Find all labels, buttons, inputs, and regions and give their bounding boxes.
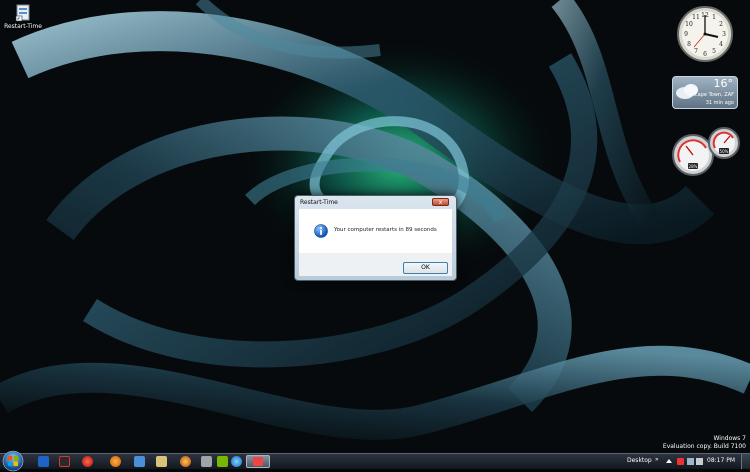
svg-text:1: 1 — [712, 14, 716, 21]
memory-usage-text: 50% — [720, 149, 729, 154]
ie-icon[interactable] — [38, 456, 49, 467]
desktop-toolbar-label[interactable]: Desktop — [627, 457, 652, 464]
svg-text:9: 9 — [684, 31, 688, 38]
tool-icon[interactable] — [201, 456, 212, 467]
desktop-toolbar-chevron[interactable]: » — [655, 456, 659, 463]
weather-temperature: 16° — [713, 77, 734, 90]
taskbar-clock[interactable]: 08:17 PM — [707, 457, 735, 464]
restart-time-dialog: Restart-Time x Your computer restarts in… — [294, 195, 457, 281]
restart-time-icon — [253, 457, 263, 466]
action-center-flag-icon[interactable] — [677, 458, 684, 465]
show-hidden-icons-icon[interactable] — [666, 459, 672, 463]
shortcut-icon — [15, 4, 31, 22]
cloud-icon — [676, 84, 698, 99]
nvidia-icon[interactable] — [217, 456, 228, 467]
svg-text:6: 6 — [703, 51, 707, 58]
messenger-icon[interactable] — [134, 456, 145, 467]
weather-location: Cape Town, ZAF — [694, 92, 734, 98]
chrome-icon[interactable] — [180, 456, 191, 467]
watermark-line1: Windows 7 — [713, 435, 746, 442]
show-desktop-button[interactable] — [741, 454, 750, 469]
info-icon — [314, 224, 328, 238]
clock-gadget[interactable]: 1212 345 678 91011 — [676, 4, 734, 64]
ok-button[interactable]: OK — [403, 262, 448, 274]
volume-icon[interactable] — [696, 458, 703, 465]
desktop-icon-restart-time[interactable]: Restart-Time — [3, 4, 43, 30]
taskbar: Desktop » 08:17 PM — [0, 450, 750, 472]
weather-gadget[interactable]: 16° Cape Town, ZAF 31 min ago — [672, 76, 738, 109]
media-player-icon[interactable] — [59, 456, 70, 467]
svg-text:5: 5 — [712, 48, 716, 55]
svg-text:2: 2 — [719, 21, 723, 28]
opera-icon[interactable] — [82, 456, 93, 467]
svg-text:3: 3 — [722, 31, 726, 38]
dialog-title: Restart-Time — [300, 199, 338, 206]
svg-text:7: 7 — [694, 48, 698, 55]
cpu-usage-text: 28% — [689, 164, 698, 169]
svg-text:11: 11 — [692, 14, 700, 21]
dialog-content: Your computer restarts in 89 seconds — [299, 209, 452, 253]
restart-time-taskbar-button[interactable] — [246, 455, 270, 468]
network-icon[interactable] — [687, 458, 694, 465]
desktop-icon-label: Restart-Time — [4, 23, 42, 30]
svg-text:10: 10 — [685, 21, 693, 28]
svg-text:4: 4 — [719, 41, 723, 48]
close-button[interactable]: x — [432, 198, 449, 206]
cpu-meter-gadget[interactable]: 28% 50% — [672, 126, 742, 178]
watermark-line2: Evaluation copy. Build 7100 — [662, 443, 746, 450]
globe-icon[interactable] — [231, 456, 242, 467]
weather-updated: 31 min ago — [705, 100, 734, 106]
dialog-message: Your computer restarts in 89 seconds — [334, 227, 437, 233]
svg-text:8: 8 — [687, 41, 691, 48]
firefox-icon[interactable] — [110, 456, 121, 467]
explorer-icon[interactable] — [156, 456, 167, 467]
